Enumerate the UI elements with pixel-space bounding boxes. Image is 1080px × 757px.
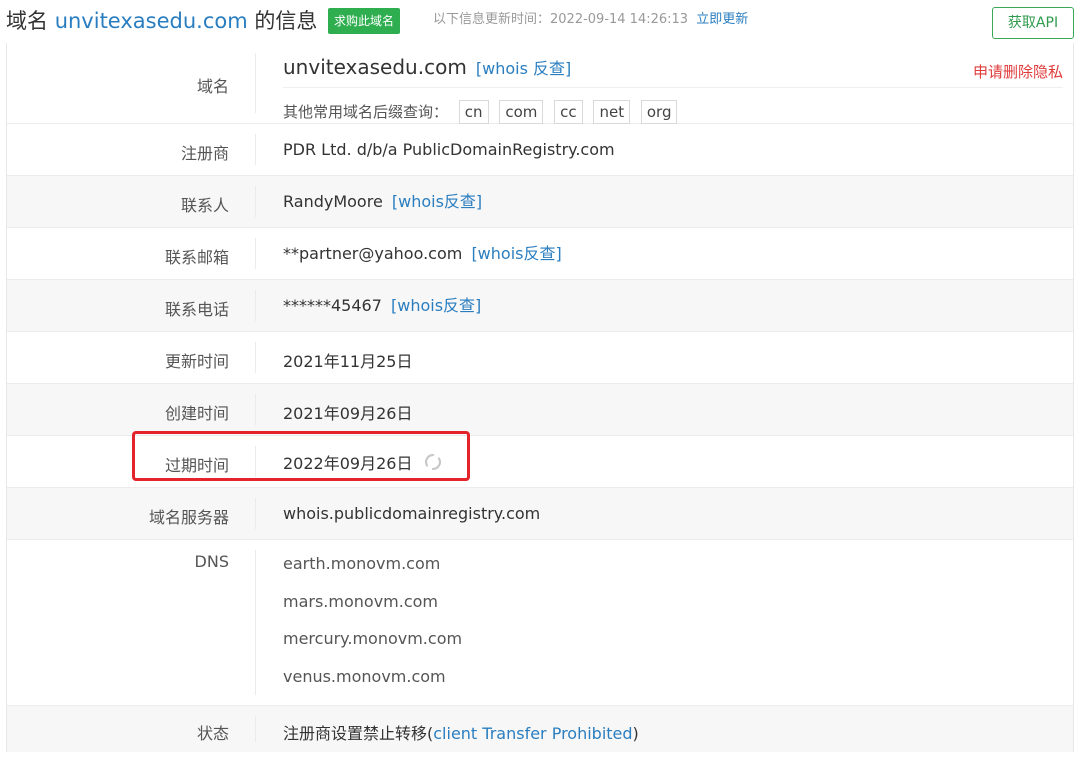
row-dns: DNS earth.monovm.com mars.monovm.com mer… bbox=[7, 540, 1073, 706]
suffix-query: 其他常用域名后缀查询： cn com cc net org bbox=[283, 100, 678, 124]
update-time-text: 以下信息更新时间：2022-09-14 14:26:13 bbox=[433, 12, 689, 27]
title-prefix: 域名 bbox=[6, 9, 48, 33]
domain-name: unvitexasedu.com bbox=[283, 55, 467, 79]
update-info: 以下信息更新时间：2022-09-14 14:26:13 立即更新 bbox=[433, 10, 748, 30]
column-divider bbox=[255, 342, 256, 373]
status-link[interactable]: client Transfer Prohibited bbox=[433, 724, 632, 743]
suffix-cc[interactable]: cc bbox=[554, 100, 583, 124]
row-email: 联系邮箱 **partner@yahoo.com [whois反查] bbox=[7, 228, 1073, 280]
row-contact: 联系人 RandyMoore [whois反查] bbox=[7, 176, 1073, 228]
phone-whois-link[interactable]: [whois反查] bbox=[391, 296, 481, 315]
page-title: 域名 unvitexasedu.com 的信息 bbox=[6, 6, 317, 36]
label-created: 创建时间 bbox=[164, 404, 229, 423]
buy-domain-button[interactable]: 求购此域名 bbox=[328, 8, 401, 34]
suffix-com[interactable]: com bbox=[499, 100, 544, 124]
contact-name: RandyMoore bbox=[283, 192, 383, 211]
dns-server: earth.monovm.com bbox=[283, 554, 441, 573]
domain-divider bbox=[283, 87, 1063, 88]
update-now-link[interactable]: 立即更新 bbox=[696, 12, 748, 27]
label-status: 状态 bbox=[196, 724, 229, 743]
value-status: 注册商设置禁止转移(client Transfer Prohibited) bbox=[283, 720, 639, 744]
status-prefix: 注册商设置禁止转移( bbox=[283, 724, 434, 743]
whois-table: 域名 unvitexasedu.com [whois 反查] 申请删除隐私 其他… bbox=[6, 43, 1074, 752]
label-updated: 更新时间 bbox=[164, 352, 229, 371]
dns-server: mars.monovm.com bbox=[283, 591, 439, 611]
label-contact: 联系人 bbox=[180, 196, 229, 215]
page-header: 域名 unvitexasedu.com 的信息 求购此域名 以下信息更新时间：2… bbox=[0, 0, 1080, 42]
label-phone: 联系电话 bbox=[164, 300, 229, 319]
value-phone: ******45467 [whois反查] bbox=[283, 292, 481, 316]
label-whois-server: 域名服务器 bbox=[148, 508, 229, 527]
value-whois-server: whois.publicdomainregistry.com bbox=[283, 504, 541, 523]
suffix-org[interactable]: org bbox=[640, 100, 678, 124]
row-registrar: 注册商 PDR Ltd. d/b/a PublicDomainRegistry.… bbox=[7, 124, 1073, 176]
column-divider bbox=[255, 498, 256, 529]
row-whois-server: 域名服务器 whois.publicdomainregistry.com bbox=[7, 488, 1073, 540]
suffix-cn[interactable]: cn bbox=[458, 100, 489, 124]
value-registrar: PDR Ltd. d/b/a PublicDomainRegistry.com bbox=[283, 140, 615, 159]
suffix-label: 其他常用域名后缀查询： bbox=[283, 103, 449, 121]
value-email: **partner@yahoo.com [whois反查] bbox=[283, 240, 562, 264]
title-domain-link[interactable]: unvitexasedu.com bbox=[55, 9, 248, 33]
label-domain: 域名 bbox=[196, 77, 229, 96]
column-divider bbox=[255, 238, 256, 269]
row-domain: 域名 unvitexasedu.com [whois 反查] 申请删除隐私 其他… bbox=[7, 43, 1073, 124]
label-dns: DNS bbox=[194, 552, 229, 571]
row-updated: 更新时间 2021年11月25日 bbox=[7, 332, 1073, 384]
row-status: 状态 注册商设置禁止转移(client Transfer Prohibited) bbox=[7, 706, 1073, 752]
dns-server: venus.monovm.com bbox=[283, 666, 446, 686]
phone-number: ******45467 bbox=[283, 296, 382, 315]
suffix-net[interactable]: net bbox=[593, 100, 631, 124]
value-domain: unvitexasedu.com [whois 反查] bbox=[283, 55, 571, 79]
expiry-highlight-box bbox=[132, 431, 470, 481]
value-updated: 2021年11月25日 bbox=[283, 352, 413, 371]
column-divider bbox=[255, 53, 256, 113]
dns-server: mercury.monovm.com bbox=[283, 629, 463, 648]
value-created: 2021年09月26日 bbox=[283, 404, 413, 423]
status-suffix: ) bbox=[632, 724, 639, 743]
title-suffix: 的信息 bbox=[254, 9, 318, 33]
email-address: **partner@yahoo.com bbox=[283, 244, 463, 263]
column-divider bbox=[255, 394, 256, 425]
request-privacy-removal-link[interactable]: 申请删除隐私 bbox=[973, 61, 1063, 82]
domain-whois-link[interactable]: [whois 反查] bbox=[476, 59, 571, 78]
contact-whois-link[interactable]: [whois反查] bbox=[392, 192, 482, 211]
row-phone: 联系电话 ******45467 [whois反查] bbox=[7, 280, 1073, 332]
column-divider bbox=[255, 550, 256, 695]
label-registrar: 注册商 bbox=[180, 144, 229, 163]
column-divider bbox=[255, 290, 256, 321]
get-api-button[interactable]: 获取API bbox=[992, 7, 1074, 39]
email-whois-link[interactable]: [whois反查] bbox=[471, 244, 561, 263]
column-divider bbox=[255, 186, 256, 217]
row-created: 创建时间 2021年09月26日 bbox=[7, 384, 1073, 436]
value-contact: RandyMoore [whois反查] bbox=[283, 188, 482, 212]
column-divider bbox=[255, 134, 256, 165]
dns-server-list: earth.monovm.com mars.monovm.com mercury… bbox=[283, 545, 462, 695]
label-email: 联系邮箱 bbox=[164, 248, 229, 267]
column-divider bbox=[255, 716, 256, 742]
